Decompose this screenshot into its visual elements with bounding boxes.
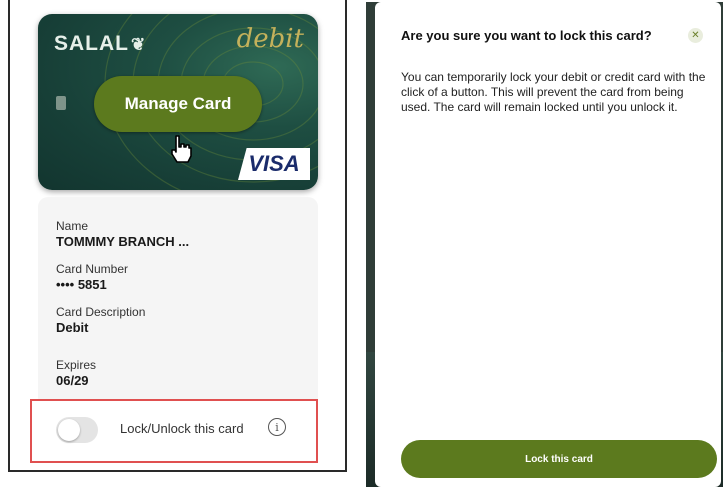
card-info-section: Name TOMMMY BRANCH ... Card Number •••• … [38, 197, 318, 407]
card-number-label: Card Number [56, 262, 129, 276]
lock-card-dialog: Are you sure you want to lock this card?… [375, 2, 721, 487]
expires-label: Expires [56, 358, 97, 372]
card-number-field: Card Number •••• 5851 [56, 262, 128, 292]
manage-card-button[interactable]: Manage Card [94, 76, 262, 132]
card-description-field: Card Description Debit [56, 305, 145, 335]
card-description-label: Card Description [56, 305, 146, 319]
leaf-icon: ❦ [131, 35, 147, 54]
name-label: Name [56, 219, 89, 233]
hand-cursor-icon [171, 135, 192, 163]
dialog-title: Are you sure you want to lock this card? [401, 28, 652, 43]
card-type-label: debit [236, 24, 304, 54]
card-description-value: Debit [56, 320, 89, 335]
salal-logo: SALAL ❦ [54, 32, 147, 55]
expires-value: 06/29 [56, 373, 89, 388]
dialog-backdrop: Are you sure you want to lock this card?… [366, 2, 723, 487]
name-value: TOMMMY BRANCH ... [56, 234, 190, 249]
visa-logo: VISA [238, 148, 310, 180]
lock-card-toggle[interactable] [56, 417, 98, 443]
debit-card-image: SALAL ❦ debit Manage Card VISA [38, 14, 318, 190]
dialog-body-text: You can temporarily lock your debit or c… [401, 70, 706, 114]
toggle-knob [58, 419, 80, 441]
close-icon[interactable]: ✕ [688, 28, 703, 43]
lock-unlock-row: Lock/Unlock this card i [30, 399, 318, 463]
lock-card-label: Lock/Unlock this card [120, 421, 244, 436]
card-chip-icon [56, 96, 66, 110]
name-field: Name TOMMMY BRANCH ... [56, 219, 189, 249]
expires-field: Expires 06/29 [56, 358, 96, 388]
info-icon[interactable]: i [268, 418, 286, 436]
card-number-value: •••• 5851 [56, 277, 107, 292]
lock-this-card-button[interactable]: Lock this card [401, 440, 717, 478]
card-details-panel: SALAL ❦ debit Manage Card VISA Name TOMMM… [8, 0, 347, 472]
